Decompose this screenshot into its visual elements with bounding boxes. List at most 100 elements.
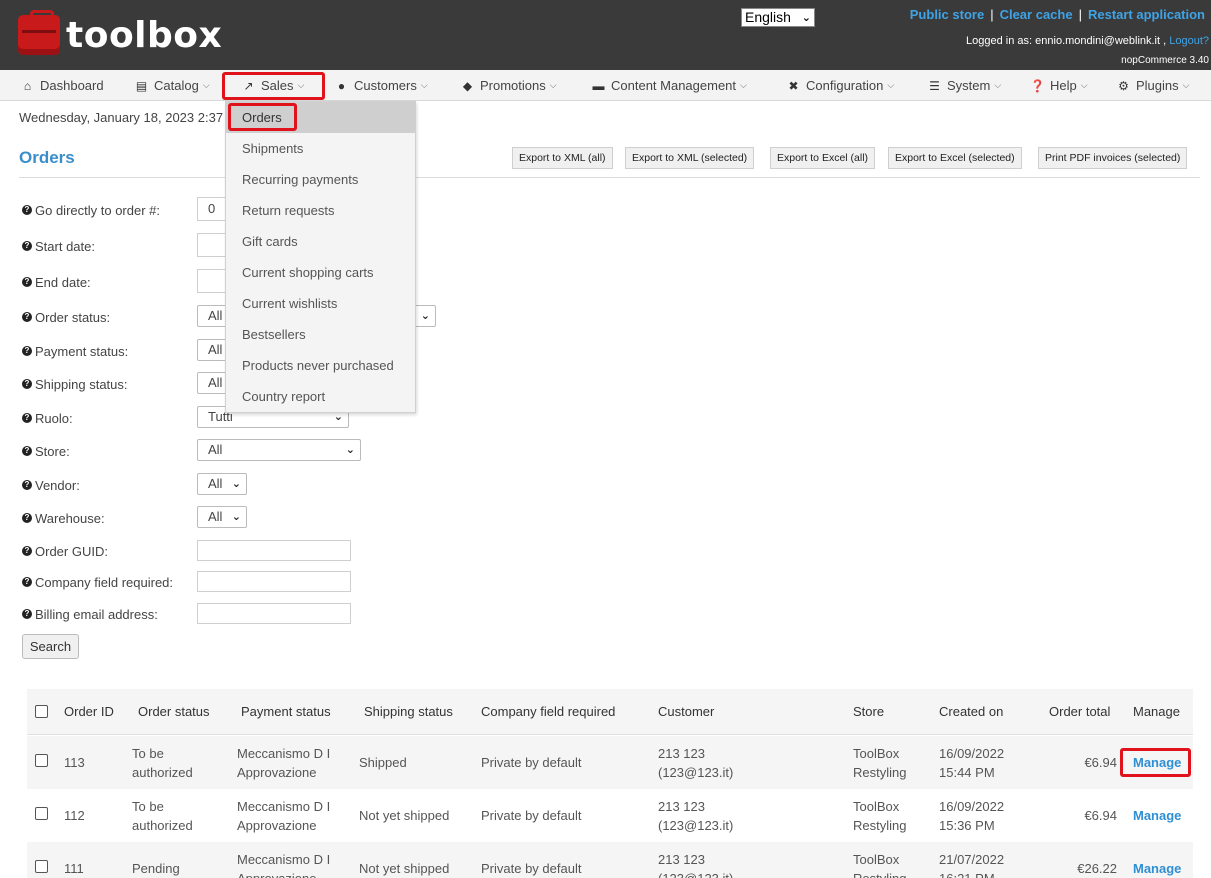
menu-item-current-wishlists[interactable]: Current wishlists <box>226 288 415 319</box>
nav-plugins[interactable]: ⚙ Plugins ⌵ <box>1116 70 1189 101</box>
manage-highlight-box <box>1120 748 1191 777</box>
column-order-id[interactable]: Order ID <box>64 689 114 735</box>
row-checkbox[interactable] <box>35 860 48 873</box>
home-icon: ⌂ <box>23 78 32 93</box>
column-customer[interactable]: Customer <box>658 689 714 735</box>
payment-status-select[interactable]: All <box>197 339 227 361</box>
chevron-down-icon: ⌵ <box>202 80 210 90</box>
store: ToolBox Restyling <box>853 851 907 878</box>
manage-link[interactable]: Manage <box>1133 789 1181 842</box>
menu-item-current-shopping-carts[interactable]: Current shopping carts <box>226 257 415 288</box>
menu-item-return-requests[interactable]: Return requests <box>226 195 415 226</box>
logo-text: toolbox <box>66 14 223 56</box>
version-label: nopCommerce 3.40 <box>1121 55 1209 66</box>
top-links: Public store | Clear cache | Restart applica… <box>909 7 1205 22</box>
order-status: Pending <box>132 861 180 876</box>
shipping-status: Not yet shipped <box>359 808 450 823</box>
column-payment-status[interactable]: Payment status <box>241 689 331 735</box>
logout-link[interactable]: Logout? <box>1169 35 1209 47</box>
manage-link[interactable]: Manage <box>1133 842 1181 878</box>
nav-customers[interactable]: ● Customers ⌵ <box>334 70 428 101</box>
select-all-checkbox[interactable] <box>35 705 48 718</box>
start-date-label: ? Start date: <box>22 234 95 258</box>
shipping-status-select[interactable]: All <box>197 372 227 394</box>
start-date-input[interactable] <box>197 233 227 257</box>
question-icon[interactable]: ? <box>22 312 32 322</box>
page-title: Orders <box>19 148 75 167</box>
payment-status: Meccanismo D I Approvazione <box>237 745 331 780</box>
warehouse-label: ? Warehouse: <box>22 506 105 530</box>
nav-system[interactable]: ☰ System ⌵ <box>927 70 1001 101</box>
chevron-down-icon: ⌵ <box>1182 80 1190 90</box>
nav-help[interactable]: ❓ Help ⌵ <box>1030 70 1088 101</box>
chevron-down-icon: ⌵ <box>994 80 1002 90</box>
export-xml-selected-button[interactable]: Export to XML (selected) <box>625 147 755 169</box>
company-field: Private by default <box>481 861 582 876</box>
column-created-on[interactable]: Created on <box>939 689 1003 735</box>
company-field-input[interactable] <box>197 571 351 592</box>
order-total: €26.22 <box>1077 861 1117 876</box>
end-date-input[interactable] <box>197 269 227 293</box>
question-icon[interactable]: ? <box>22 277 32 287</box>
menu-item-gift-cards[interactable]: Gift cards <box>226 226 415 257</box>
customer: 213 123 (123@123.it) <box>658 798 734 833</box>
nav-configuration[interactable]: ✖ Configuration ⌵ <box>786 70 894 101</box>
print-pdf-invoices-button[interactable]: Print PDF invoices (selected) <box>1038 147 1188 169</box>
nav-promotions[interactable]: ◆ Promotions ⌵ <box>460 70 557 101</box>
question-icon[interactable]: ? <box>22 577 32 587</box>
warehouse-select[interactable]: All ⌄ <box>197 506 247 528</box>
question-icon[interactable]: ? <box>22 609 32 619</box>
export-excel-all-button[interactable]: Export to Excel (all) <box>770 147 876 169</box>
column-store[interactable]: Store <box>853 689 884 735</box>
question-icon[interactable]: ? <box>22 480 32 490</box>
row-checkbox[interactable] <box>35 754 48 767</box>
column-shipping-status[interactable]: Shipping status <box>364 689 453 735</box>
folder-icon: ▬ <box>592 78 605 93</box>
column-order-total[interactable]: Order total <box>1049 689 1110 735</box>
question-icon[interactable]: ? <box>22 413 32 423</box>
question-icon[interactable]: ? <box>22 379 32 389</box>
server-icon: ☰ <box>929 78 940 93</box>
menu-item-country-report[interactable]: Country report <box>226 381 415 412</box>
chevron-down-icon: ⌄ <box>231 511 241 523</box>
column-company-field[interactable]: Company field required <box>481 689 615 735</box>
gears-icon: ⚙ <box>1118 78 1129 93</box>
question-icon[interactable]: ? <box>22 241 32 251</box>
column-order-status[interactable]: Order status <box>138 689 210 735</box>
chevron-down-icon: ⌵ <box>740 80 747 90</box>
menu-item-products-never-purchased[interactable]: Products never purchased <box>226 350 415 381</box>
menu-item-recurring-payments[interactable]: Recurring payments <box>226 164 415 195</box>
question-icon[interactable]: ? <box>22 513 32 523</box>
restart-application-link[interactable]: Restart application <box>1088 7 1205 22</box>
nav-dashboard[interactable]: ⌂ Dashboard <box>20 70 104 101</box>
language-value: English <box>745 9 791 25</box>
chevron-down-icon: ⌵ <box>1080 80 1088 90</box>
end-date-label: ? End date: <box>22 270 91 294</box>
go-to-order-input[interactable]: 0 <box>197 197 227 221</box>
search-button[interactable]: Search <box>22 634 79 659</box>
tags-icon: ◆ <box>462 78 473 93</box>
store-select[interactable]: All ⌄ <box>197 439 361 461</box>
menu-item-bestsellers[interactable]: Bestsellers <box>226 319 415 350</box>
order-total: €6.94 <box>1084 755 1117 770</box>
question-icon[interactable]: ? <box>22 205 32 215</box>
chevron-down-icon: ⌵ <box>420 80 428 90</box>
question-icon[interactable]: ? <box>22 346 32 356</box>
billing-email-input[interactable] <box>197 603 351 624</box>
nav-catalog[interactable]: ▤ Catalog ⌵ <box>134 70 210 101</box>
public-store-link[interactable]: Public store <box>910 7 984 22</box>
export-xml-all-button[interactable]: Export to XML (all) <box>512 147 613 169</box>
export-excel-selected-button[interactable]: Export to Excel (selected) <box>888 147 1022 169</box>
question-icon[interactable]: ? <box>22 546 32 556</box>
menu-item-shipments[interactable]: Shipments <box>226 133 415 164</box>
clear-cache-link[interactable]: Clear cache <box>1000 7 1073 22</box>
language-select[interactable]: English ⌄ <box>741 8 815 27</box>
vendor-select[interactable]: All ⌄ <box>197 473 247 495</box>
question-icon[interactable]: ? <box>22 446 32 456</box>
row-checkbox[interactable] <box>35 807 48 820</box>
customer: 213 123 (123@123.it) <box>658 851 734 878</box>
store: ToolBox Restyling <box>853 745 907 780</box>
logo[interactable]: toolbox <box>18 10 223 56</box>
order-guid-input[interactable] <box>197 540 351 561</box>
nav-content-management[interactable]: ▬ Content Management ⌵ <box>591 70 747 101</box>
